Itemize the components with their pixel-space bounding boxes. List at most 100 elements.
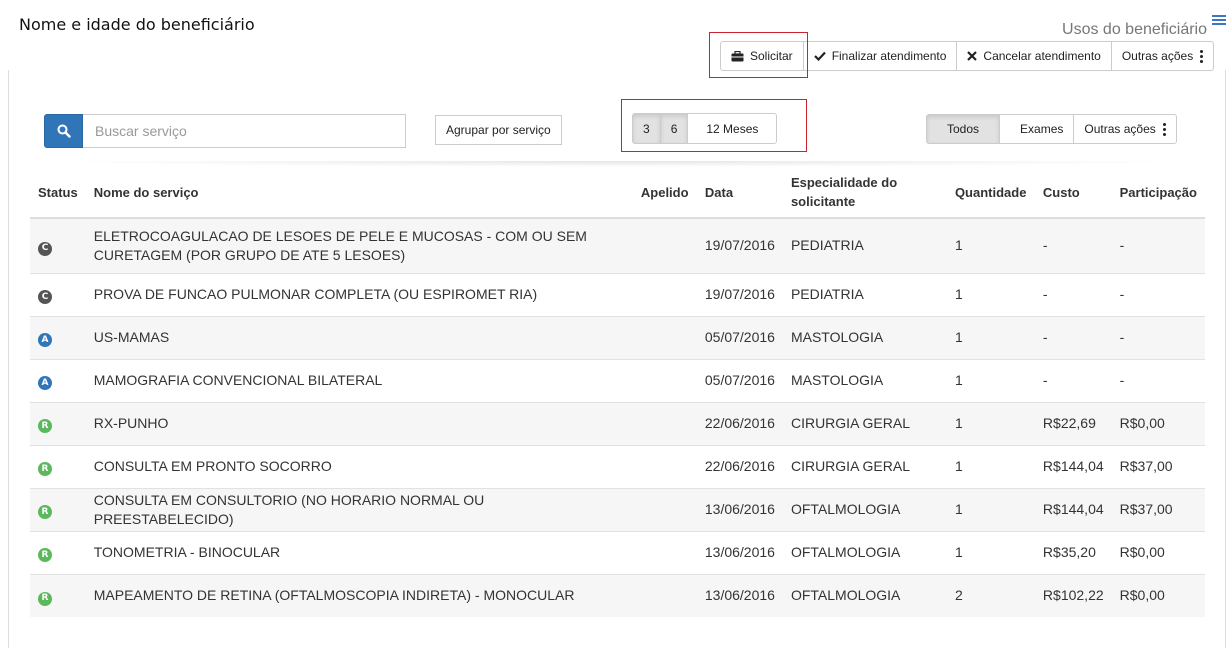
cell-data: 05/07/2016 — [696, 358, 783, 402]
kebab-icon — [1200, 49, 1204, 63]
cell-data: 13/06/2016 — [696, 573, 783, 617]
period-toggle-group: 3 6 12 Meses — [632, 113, 778, 144]
table-row[interactable]: A US-MAMAS 05/07/2016 MASTOLOGIA 1- - — [30, 315, 1205, 359]
cell-custo: R$144,04 — [1034, 487, 1112, 531]
cell-especialidade: OFTALMOLOGIA — [782, 487, 947, 531]
cell-quantidade: 1 — [946, 487, 1035, 531]
table-row[interactable]: R TONOMETRIA - BINOCULAR 13/06/2016 OFTALMO… — [30, 530, 1205, 574]
cell-apelido — [632, 487, 697, 531]
cell-custo: - — [1034, 358, 1112, 402]
cell-nome: MAPEAMENTO DE RETINA (OFTALMOSCOPIA INDI… — [85, 573, 633, 617]
solicitar-button[interactable]: Solicitar — [720, 41, 804, 71]
status-cell: R — [30, 487, 86, 531]
period-6-button[interactable]: 6 — [659, 113, 689, 144]
briefcase-icon — [731, 50, 744, 62]
cell-especialidade: PEDIATRIA — [782, 272, 947, 316]
cell-quantidade: 1 — [946, 444, 1035, 488]
period-12-meses-button[interactable]: 12 Meses — [687, 113, 778, 144]
status-cell: R — [30, 530, 86, 574]
table-row[interactable]: R CONSULTA EM PRONTO SOCORRO 22/06/2016 CIR… — [30, 444, 1205, 488]
finalizar-atendimento-button[interactable]: Finalizar atendimento — [802, 41, 958, 71]
cell-nome: US-MAMAS — [85, 315, 633, 359]
cell-apelido — [632, 315, 697, 359]
filter-exames-button[interactable]: Exames — [999, 114, 1075, 144]
cell-nome: TONOMETRIA - BINOCULAR — [85, 530, 633, 574]
filter-todos-button[interactable]: Todos — [926, 114, 1001, 144]
col-especialidade[interactable]: Especialidade do solicitante — [782, 167, 947, 219]
table-row[interactable]: R MAPEAMENTO DE RETINA (OFTALMOSCOPIA IND… — [30, 573, 1205, 617]
search-group — [44, 114, 406, 148]
cancelar-atendimento-button[interactable]: Cancelar atendimento — [956, 41, 1112, 71]
col-nome[interactable]: Nome do serviço — [85, 167, 633, 219]
usos-beneficiario-link[interactable]: Usos do beneficiário — [1062, 21, 1207, 39]
cell-especialidade: CIRURGIA GERAL — [782, 401, 947, 445]
col-quantidade[interactable]: Quantidade — [946, 167, 1035, 219]
status-badge: A — [38, 333, 52, 348]
cell-data: 13/06/2016 — [696, 487, 783, 531]
table-row[interactable]: C ELETROCOAGULACAO DE LESOES DE PELE E MU… — [30, 217, 1205, 273]
list-menu-icon[interactable] — [1212, 15, 1226, 29]
action-button-group: Solicitar Finalizar atendimento Cancelar… — [720, 41, 1215, 71]
cell-custo: R$35,20 — [1034, 530, 1112, 574]
status-cell: C — [30, 272, 86, 316]
cell-nome: ELETROCOAGULACAO DE LESOES DE PELE E MUC… — [85, 217, 633, 273]
cell-especialidade: PEDIATRIA — [782, 217, 947, 273]
cell-nome: RX-PUNHO — [85, 401, 633, 445]
status-badge: R — [38, 548, 52, 563]
status-cell: C — [30, 217, 86, 273]
table-row[interactable]: R CONSULTA EM CONSULTORIO (NO HORARIO NOR… — [30, 487, 1205, 531]
cell-custo: R$144,04 — [1034, 444, 1112, 488]
cell-quantidade: 1 — [946, 315, 1035, 359]
col-data[interactable]: Data — [696, 167, 783, 219]
period-3-button[interactable]: 3 — [632, 113, 661, 144]
col-participacao[interactable]: Participação — [1111, 167, 1205, 219]
status-badge: C — [38, 290, 52, 305]
agrupar-por-servico-button[interactable]: Agrupar por serviço — [435, 115, 562, 145]
close-icon — [967, 51, 978, 61]
status-cell: R — [30, 444, 86, 488]
cell-nome: CONSULTA EM CONSULTORIO (NO HORARIO NORM… — [85, 487, 633, 531]
cancelar-label: Cancelar atendimento — [983, 49, 1101, 63]
solicitar-label: Solicitar — [750, 49, 793, 63]
col-custo[interactable]: Custo — [1034, 167, 1112, 219]
services-table: Status Nome do serviço Apelido Data Espe… — [30, 167, 1205, 617]
cell-quantidade: 1 — [946, 401, 1035, 445]
cell-nome: PROVA DE FUNCAO PULMONAR COMPLETA (OU ES… — [85, 272, 633, 316]
table-row[interactable]: C PROVA DE FUNCAO PULMONAR COMPLETA (OU E… — [30, 272, 1205, 316]
kebab-icon — [1162, 122, 1166, 136]
cell-participacao: R$37,00 — [1111, 444, 1205, 488]
cell-quantidade: 1 — [946, 272, 1035, 316]
col-status[interactable]: Status — [30, 167, 86, 219]
col-apelido[interactable]: Apelido — [632, 167, 697, 219]
status-cell: R — [30, 401, 86, 445]
status-badge: A — [38, 376, 52, 391]
cell-data: 13/06/2016 — [696, 530, 783, 574]
cell-custo: - — [1034, 315, 1112, 359]
search-icon — [57, 124, 71, 138]
outras-acoes-button[interactable]: Outras ações — [1110, 41, 1215, 71]
cell-apelido — [632, 358, 697, 402]
cell-nome: MAMOGRAFIA CONVENCIONAL BILATERAL — [85, 358, 633, 402]
table-row[interactable]: R RX-PUNHO 22/06/2016 CIRURGIA GERAL 1 R$22,6… — [30, 401, 1205, 445]
cell-quantidade: 2 — [946, 573, 1035, 617]
cell-custo: - — [1034, 272, 1112, 316]
outras-acoes-label: Outras ações — [1121, 49, 1194, 63]
cell-quantidade: 1 — [946, 358, 1035, 402]
table-row[interactable]: A MAMOGRAFIA CONVENCIONAL BILATERAL 05/07/… — [30, 358, 1205, 402]
page-title: Nome e idade do beneficiário — [19, 15, 255, 34]
status-cell: R — [30, 573, 86, 617]
search-input[interactable] — [83, 114, 406, 148]
status-badge: C — [38, 241, 52, 256]
cell-nome: CONSULTA EM PRONTO SOCORRO — [85, 444, 633, 488]
cell-participacao: R$0,00 — [1111, 401, 1205, 445]
cell-participacao: - — [1111, 272, 1205, 316]
cell-data: 19/07/2016 — [696, 272, 783, 316]
filter-outras-acoes-label: Outras ações — [1084, 122, 1156, 136]
cell-especialidade: OFTALMOLOGIA — [782, 573, 947, 617]
filter-outras-acoes-button[interactable]: Outras ações — [1073, 114, 1177, 144]
cell-especialidade: CIRURGIA GERAL — [782, 444, 947, 488]
search-button[interactable] — [44, 114, 83, 148]
cell-participacao: R$0,00 — [1111, 530, 1205, 574]
cell-apelido — [632, 401, 697, 445]
status-badge: R — [38, 591, 52, 606]
